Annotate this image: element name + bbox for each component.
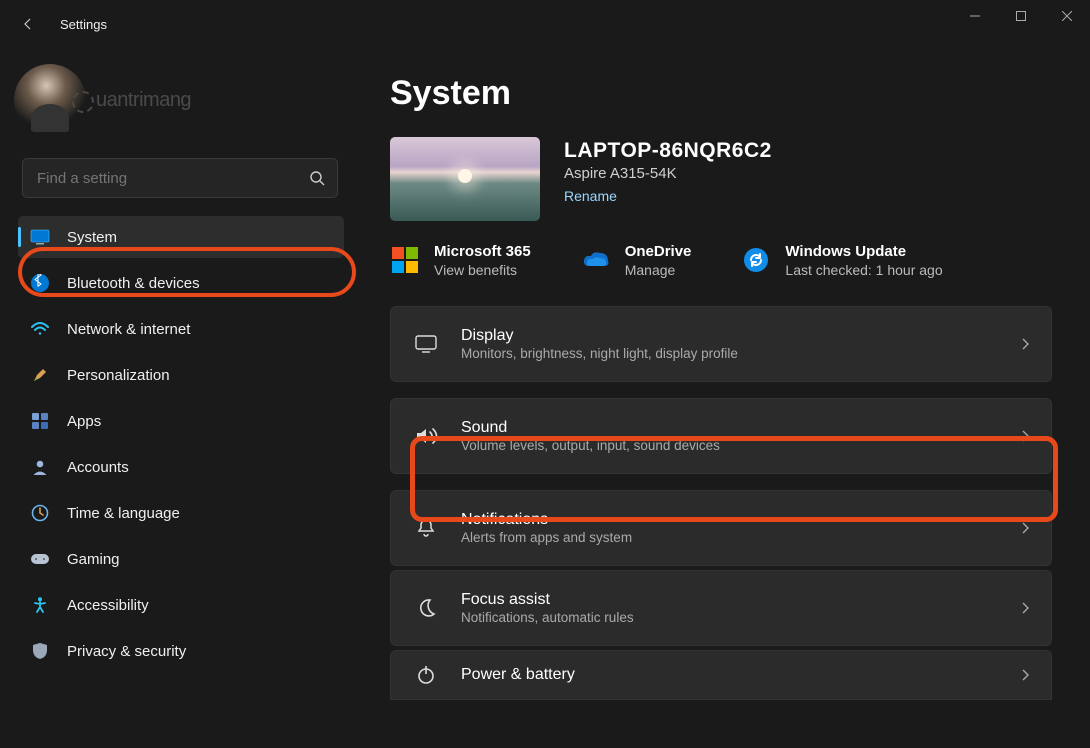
nav-item-accessibility[interactable]: Accessibility	[18, 584, 344, 626]
nav-item-network[interactable]: Network & internet	[18, 308, 344, 350]
gamepad-icon	[30, 549, 50, 569]
app-title: Settings	[60, 17, 107, 32]
quick-sub: Last checked: 1 hour ago	[785, 262, 942, 278]
quick-sub: View benefits	[434, 262, 531, 278]
card-display[interactable]: Display Monitors, brightness, night ligh…	[390, 306, 1052, 382]
card-sound[interactable]: Sound Volume levels, output, input, soun…	[390, 398, 1052, 474]
device-section: LAPTOP-86NQR6C2 Aspire A315-54K Rename	[390, 137, 1052, 221]
title-bar: Settings	[0, 0, 1090, 48]
chevron-right-icon	[1019, 667, 1031, 683]
person-icon	[30, 457, 50, 477]
nav-item-system[interactable]: System	[18, 216, 344, 258]
quick-title: OneDrive	[625, 243, 692, 260]
sound-icon	[411, 426, 441, 446]
display-icon	[411, 334, 441, 354]
page-heading: System	[390, 74, 1052, 113]
nav-label: Personalization	[67, 367, 170, 384]
quick-title: Microsoft 365	[434, 243, 531, 260]
nav-label: Accessibility	[67, 597, 149, 614]
onedrive-icon	[581, 245, 611, 275]
nav-item-bluetooth[interactable]: Bluetooth & devices	[18, 262, 344, 304]
bell-icon	[411, 517, 441, 539]
chevron-right-icon	[1019, 428, 1031, 444]
watermark-text: uantrimang	[96, 89, 191, 112]
card-title: Sound	[461, 419, 999, 437]
nav-label: Privacy & security	[67, 643, 186, 660]
nav-label: System	[67, 229, 117, 246]
card-sub: Volume levels, output, input, sound devi…	[461, 438, 999, 453]
search-input[interactable]	[37, 170, 303, 187]
quick-microsoft365[interactable]: Microsoft 365 View benefits	[390, 243, 531, 278]
power-icon	[411, 664, 441, 686]
quick-sub: Manage	[625, 262, 692, 278]
settings-cards: Display Monitors, brightness, night ligh…	[390, 306, 1052, 700]
close-button[interactable]	[1044, 0, 1090, 32]
quick-title: Windows Update	[785, 243, 942, 260]
nav-label: Apps	[67, 413, 101, 430]
nav-label: Network & internet	[67, 321, 190, 338]
nav-label: Time & language	[67, 505, 180, 522]
arrow-left-icon	[20, 16, 36, 32]
chevron-right-icon	[1019, 600, 1031, 616]
sidebar: uantrimang System Bluetooth & devices Ne…	[0, 48, 360, 748]
card-title: Focus assist	[461, 591, 999, 609]
card-title: Power & battery	[461, 666, 999, 684]
shield-icon	[30, 641, 50, 661]
microsoft-logo-icon	[390, 245, 420, 275]
device-info: LAPTOP-86NQR6C2 Aspire A315-54K Rename	[564, 137, 772, 206]
nav-item-apps[interactable]: Apps	[18, 400, 344, 442]
main-panel: System LAPTOP-86NQR6C2 Aspire A315-54K R…	[360, 48, 1090, 748]
minimize-icon	[970, 11, 980, 21]
card-sub: Alerts from apps and system	[461, 530, 999, 545]
card-power-battery[interactable]: Power & battery	[390, 650, 1052, 700]
rename-link[interactable]: Rename	[564, 188, 617, 204]
quick-onedrive[interactable]: OneDrive Manage	[581, 243, 692, 278]
moon-icon	[411, 597, 441, 619]
device-name: LAPTOP-86NQR6C2	[564, 139, 772, 163]
nav-label: Accounts	[67, 459, 129, 476]
search-icon[interactable]	[303, 164, 331, 192]
nav-item-time-language[interactable]: Time & language	[18, 492, 344, 534]
system-icon	[30, 227, 50, 247]
quick-links: Microsoft 365 View benefits OneDrive Man…	[390, 243, 1052, 278]
profile-section[interactable]: uantrimang	[8, 56, 344, 158]
card-sub: Notifications, automatic rules	[461, 610, 999, 625]
accessibility-icon	[30, 595, 50, 615]
maximize-button[interactable]	[998, 0, 1044, 32]
quick-windows-update[interactable]: Windows Update Last checked: 1 hour ago	[741, 243, 942, 278]
chevron-right-icon	[1019, 520, 1031, 536]
card-notifications[interactable]: Notifications Alerts from apps and syste…	[390, 490, 1052, 566]
card-focus-assist[interactable]: Focus assist Notifications, automatic ru…	[390, 570, 1052, 646]
nav-list: System Bluetooth & devices Network & int…	[8, 216, 344, 672]
nav-item-privacy[interactable]: Privacy & security	[18, 630, 344, 672]
search-box[interactable]	[22, 158, 338, 198]
card-title: Display	[461, 327, 999, 345]
wifi-icon	[30, 319, 50, 339]
device-model: Aspire A315-54K	[564, 165, 772, 182]
window-controls	[952, 0, 1090, 32]
nav-item-gaming[interactable]: Gaming	[18, 538, 344, 580]
minimize-button[interactable]	[952, 0, 998, 32]
clock-globe-icon	[30, 503, 50, 523]
card-title: Notifications	[461, 511, 999, 529]
nav-item-accounts[interactable]: Accounts	[18, 446, 344, 488]
chevron-right-icon	[1019, 336, 1031, 352]
close-icon	[1062, 11, 1072, 21]
nav-label: Bluetooth & devices	[67, 275, 200, 292]
paintbrush-icon	[30, 365, 50, 385]
windows-update-icon	[741, 245, 771, 275]
card-sub: Monitors, brightness, night light, displ…	[461, 346, 999, 361]
nav-label: Gaming	[67, 551, 120, 568]
bluetooth-icon	[30, 273, 50, 293]
wallpaper-thumbnail[interactable]	[390, 137, 540, 221]
maximize-icon	[1016, 11, 1026, 21]
nav-item-personalization[interactable]: Personalization	[18, 354, 344, 396]
back-button[interactable]	[8, 4, 48, 44]
apps-icon	[30, 411, 50, 431]
